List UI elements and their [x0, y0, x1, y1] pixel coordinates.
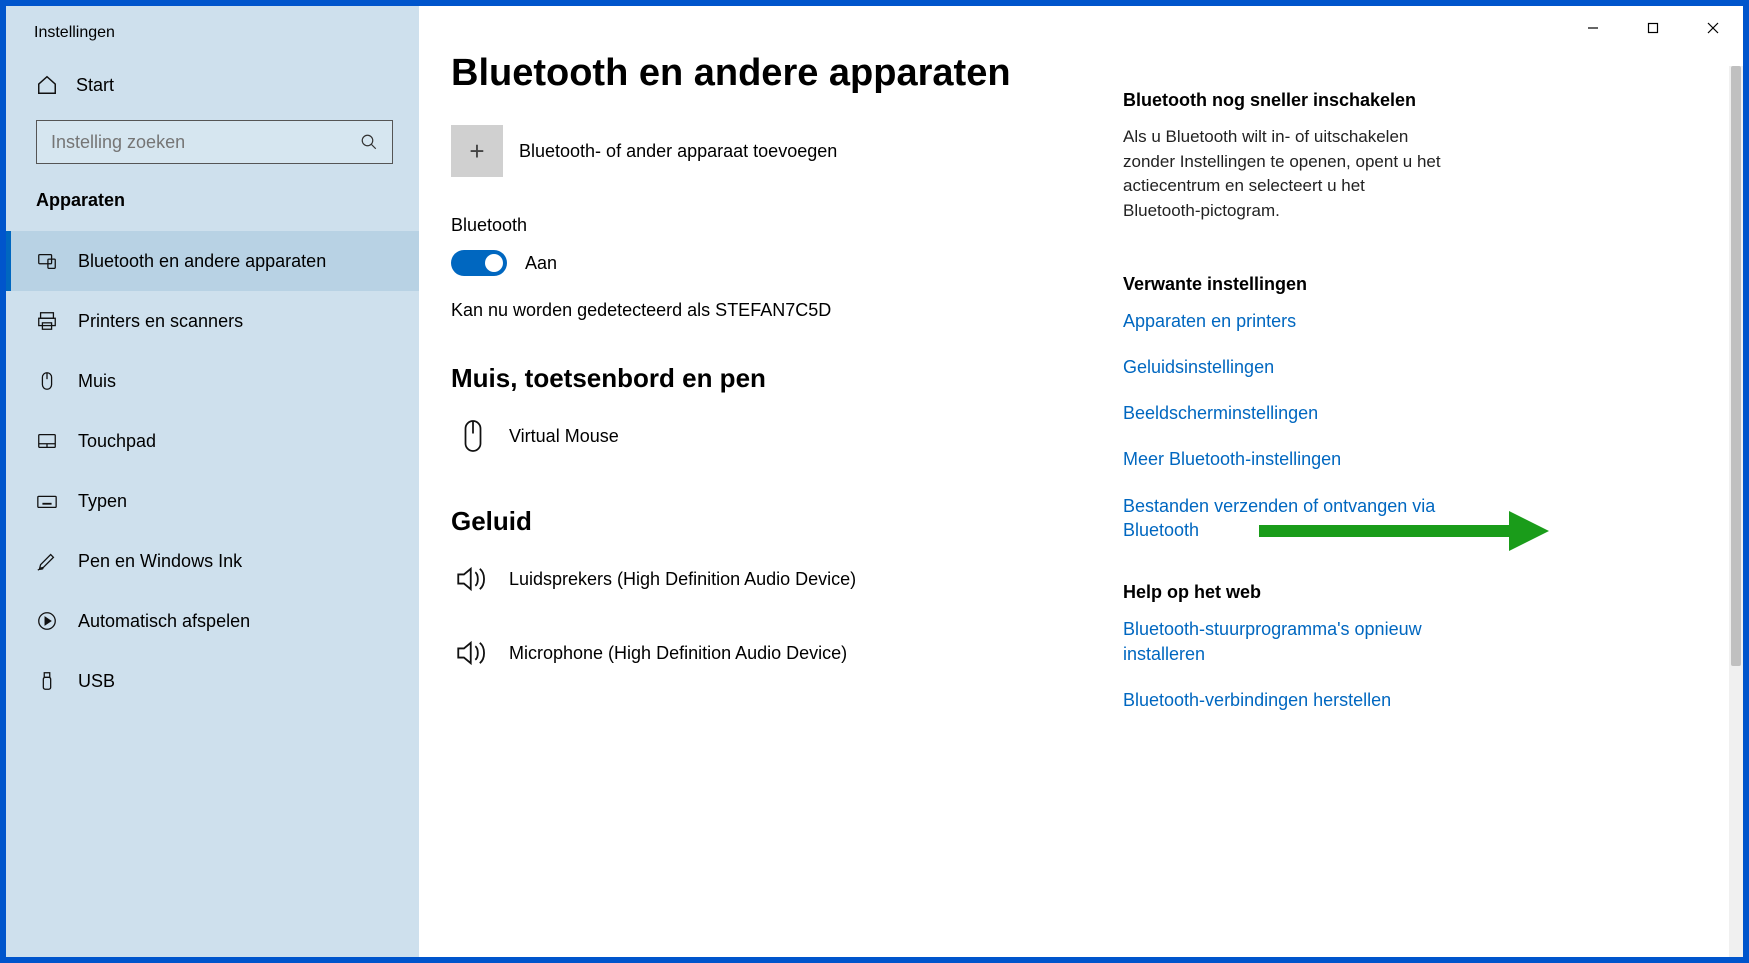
nav-label: Touchpad	[78, 431, 156, 452]
device-item-mouse[interactable]: Virtual Mouse	[451, 412, 1111, 486]
nav-label: Muis	[78, 371, 116, 392]
page-title: Bluetooth en andere apparaten	[451, 52, 1111, 95]
keyboard-icon	[36, 490, 58, 512]
discoverable-text: Kan nu worden gedetecteerd als STEFAN7C5…	[451, 300, 1111, 321]
speaker-icon	[455, 561, 491, 597]
minimize-button[interactable]	[1563, 6, 1623, 50]
scrollbar-thumb[interactable]	[1731, 66, 1741, 666]
right-column: Bluetooth nog sneller inschakelen Als u …	[1111, 34, 1441, 957]
nav-label: Typen	[78, 491, 127, 512]
home-icon	[36, 74, 58, 96]
nav-typing[interactable]: Typen	[6, 471, 419, 531]
usb-icon	[36, 670, 58, 692]
maximize-button[interactable]	[1623, 6, 1683, 50]
device-label: Microphone (High Definition Audio Device…	[509, 643, 847, 664]
link-fix-bt-connections[interactable]: Bluetooth-verbindingen herstellen	[1123, 688, 1441, 712]
device-item-microphone[interactable]: Microphone (High Definition Audio Device…	[451, 629, 1111, 703]
nav-mouse[interactable]: Muis	[6, 351, 419, 411]
bluetooth-toggle-label: Aan	[525, 253, 557, 274]
content-column: Bluetooth en andere apparaten + Bluetoot…	[451, 34, 1111, 957]
sidebar: Instellingen Start Apparaten Bluetooth e…	[6, 6, 419, 957]
pen-icon	[36, 550, 58, 572]
bluetooth-toggle[interactable]	[451, 250, 507, 276]
device-label: Luidsprekers (High Definition Audio Devi…	[509, 569, 856, 590]
link-devices-printers[interactable]: Apparaten en printers	[1123, 309, 1441, 333]
group-audio-heading: Geluid	[451, 506, 1111, 537]
link-send-receive-bt[interactable]: Bestanden verzenden of ontvangen via Blu…	[1123, 494, 1441, 543]
printer-icon	[36, 310, 58, 332]
devices-icon	[36, 250, 58, 272]
section-label: Apparaten	[6, 186, 419, 231]
mouse-device-icon	[455, 418, 491, 454]
scrollbar[interactable]	[1729, 66, 1743, 957]
right-heading-web: Help op het web	[1123, 582, 1441, 603]
device-label: Virtual Mouse	[509, 426, 619, 447]
mouse-icon	[36, 370, 58, 392]
nav-label: USB	[78, 671, 115, 692]
nav-label: Bluetooth en andere apparaten	[78, 251, 326, 272]
close-button[interactable]	[1683, 6, 1743, 50]
nav-touchpad[interactable]: Touchpad	[6, 411, 419, 471]
link-reinstall-bt-drivers[interactable]: Bluetooth-stuurprogramma's opnieuw insta…	[1123, 617, 1441, 666]
home-label: Start	[76, 75, 114, 96]
nav: Bluetooth en andere apparaten Printers e…	[6, 231, 419, 711]
bluetooth-heading: Bluetooth	[451, 215, 1111, 236]
main-content: Bluetooth en andere apparaten + Bluetoot…	[419, 6, 1743, 957]
nav-printers[interactable]: Printers en scanners	[6, 291, 419, 351]
add-device-button[interactable]: + Bluetooth- of ander apparaat toevoegen	[451, 125, 1111, 177]
autoplay-icon	[36, 610, 58, 632]
settings-window: Instellingen Start Apparaten Bluetooth e…	[6, 6, 1743, 957]
speaker-icon	[455, 635, 491, 671]
home-button[interactable]: Start	[6, 64, 419, 114]
link-display-settings[interactable]: Beeldscherminstellingen	[1123, 401, 1441, 425]
nav-label: Pen en Windows Ink	[78, 551, 242, 572]
group-mouse-heading: Muis, toetsenbord en pen	[451, 363, 1111, 394]
nav-usb[interactable]: USB	[6, 651, 419, 711]
right-heading-related: Verwante instellingen	[1123, 274, 1441, 295]
link-more-bluetooth[interactable]: Meer Bluetooth-instellingen	[1123, 447, 1441, 471]
nav-label: Printers en scanners	[78, 311, 243, 332]
app-title: Instellingen	[6, 14, 419, 64]
search-box[interactable]	[36, 120, 393, 164]
nav-bluetooth[interactable]: Bluetooth en andere apparaten	[6, 231, 419, 291]
add-device-label: Bluetooth- of ander apparaat toevoegen	[519, 141, 837, 162]
search-input[interactable]	[51, 132, 350, 153]
touchpad-icon	[36, 430, 58, 452]
bluetooth-toggle-row: Aan	[451, 250, 1111, 276]
nav-autoplay[interactable]: Automatisch afspelen	[6, 591, 419, 651]
nav-label: Automatisch afspelen	[78, 611, 250, 632]
search-icon	[360, 133, 378, 151]
right-heading-quick: Bluetooth nog sneller inschakelen	[1123, 90, 1441, 111]
device-item-speakers[interactable]: Luidsprekers (High Definition Audio Devi…	[451, 555, 1111, 629]
window-controls	[1563, 6, 1743, 50]
nav-pen[interactable]: Pen en Windows Ink	[6, 531, 419, 591]
right-help-text: Als u Bluetooth wilt in- of uitschakelen…	[1123, 125, 1441, 224]
link-sound-settings[interactable]: Geluidsinstellingen	[1123, 355, 1441, 379]
plus-icon: +	[451, 125, 503, 177]
